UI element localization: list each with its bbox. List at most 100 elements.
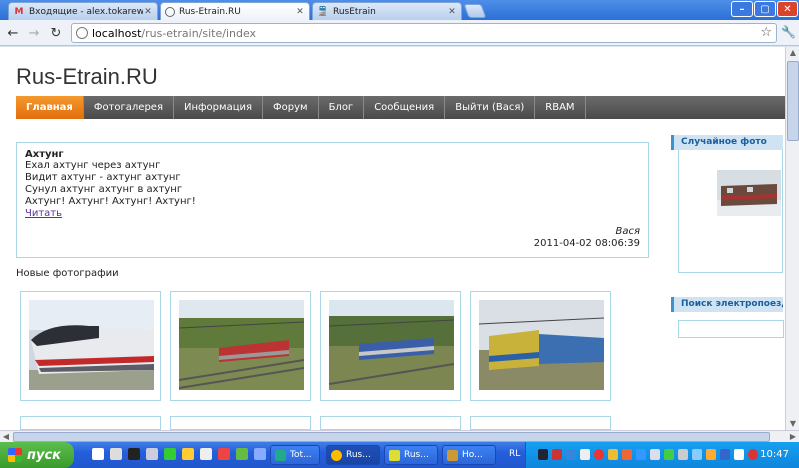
close-window-button[interactable]: ✕ (777, 1, 798, 17)
tray-icon[interactable] (566, 449, 576, 460)
reload-button[interactable]: ↻ (48, 25, 64, 41)
post-author: Вася (615, 226, 640, 237)
scroll-down-icon[interactable]: ▼ (786, 418, 799, 430)
quicklaunch-icon[interactable] (182, 448, 194, 460)
tray-icon[interactable] (622, 449, 632, 460)
quicklaunch-icon[interactable] (128, 448, 140, 460)
close-icon[interactable]: ✕ (295, 7, 305, 17)
close-icon[interactable]: ✕ (447, 7, 457, 17)
menu-item-forum[interactable]: Форум (263, 96, 319, 119)
quicklaunch-icon[interactable] (218, 448, 230, 460)
start-label: пуск (27, 447, 61, 463)
post-title: Ахтунг (25, 149, 64, 160)
tray-icon[interactable] (580, 449, 590, 460)
menu-item-rbam[interactable]: RBAM (535, 96, 586, 119)
taskbar-item[interactable]: Tot... (270, 445, 320, 465)
taskbar-item[interactable]: Rus... (326, 445, 380, 465)
quicklaunch-icon[interactable] (254, 448, 266, 460)
bookmark-star-icon[interactable]: ☆ (760, 25, 772, 40)
train-search-input[interactable] (678, 320, 784, 338)
photo-thumbnail[interactable] (170, 291, 311, 401)
post-line: Видит ахтунг - ахтунг ахтунг (25, 172, 181, 183)
tab-gmail[interactable]: M Входящие - alex.tokarew@gm ✕ (8, 2, 158, 20)
tray-icon[interactable] (706, 449, 716, 460)
random-photo-body (678, 150, 783, 273)
vertical-scrollbar[interactable]: ▲ ▼ (785, 47, 799, 430)
tab-label: Входящие - alex.tokarew@gm (29, 6, 143, 17)
train-photo (29, 300, 154, 390)
browser-title-bar: M Входящие - alex.tokarew@gm ✕ Rus-Etrai… (0, 0, 799, 20)
quicklaunch-icon[interactable] (110, 448, 122, 460)
photo-thumbnail[interactable] (20, 416, 161, 430)
windows-taskbar: пуск Tot... Rus... Rus... Ho... RL 10:47 (0, 442, 799, 468)
scroll-up-icon[interactable]: ▲ (786, 47, 799, 59)
new-tab-button[interactable] (463, 4, 487, 18)
system-tray: 10:47 (525, 442, 799, 468)
tab-rus-etrain[interactable]: Rus-Etrain.RU ✕ (160, 2, 310, 20)
photo-thumbnail[interactable] (170, 416, 311, 430)
taskbar-item[interactable]: Ho... (442, 445, 496, 465)
clock[interactable]: 10:47 (760, 449, 789, 460)
language-indicator[interactable]: RL (509, 449, 520, 459)
quicklaunch-icon[interactable] (164, 448, 176, 460)
tray-icon[interactable] (692, 449, 702, 460)
back-button[interactable]: ← (5, 25, 21, 41)
menu-item-messages[interactable]: Сообщения (364, 96, 446, 119)
tray-icon[interactable] (650, 449, 660, 460)
scrollbar-thumb[interactable] (787, 61, 799, 141)
menu-item-info[interactable]: Информация (174, 96, 264, 119)
taskbar-item[interactable]: Rus... (384, 445, 438, 465)
read-more-link[interactable]: Читать (25, 208, 62, 219)
photo-thumbnail[interactable] (20, 291, 161, 401)
taskbar-item-label: Ho... (462, 450, 483, 460)
quicklaunch-icon[interactable] (146, 448, 158, 460)
tray-icon[interactable] (636, 449, 646, 460)
tray-icon[interactable] (608, 449, 618, 460)
minimize-button[interactable]: – (731, 1, 753, 17)
random-photo-title: Случайное фото (671, 135, 783, 150)
tray-icon[interactable] (678, 449, 688, 460)
address-path: /rus-etrain/site/index (141, 26, 257, 40)
photo-thumbnail[interactable] (470, 291, 611, 401)
quicklaunch-icon[interactable] (236, 448, 248, 460)
page-info-icon[interactable] (76, 27, 88, 39)
menu-item-blog[interactable]: Блог (319, 96, 365, 119)
taskbar-item-label: Rus... (346, 450, 371, 460)
start-button[interactable]: пуск (0, 442, 74, 468)
tray-icon[interactable] (552, 449, 562, 460)
quicklaunch-icon[interactable] (92, 448, 104, 460)
random-train-photo[interactable] (717, 170, 781, 216)
close-icon[interactable]: ✕ (143, 7, 153, 17)
menu-item-logout[interactable]: Выйти (Вася) (445, 96, 536, 119)
tab-label: Rus-Etrain.RU (179, 6, 241, 17)
globe-icon (165, 6, 175, 17)
tray-icon[interactable] (748, 449, 758, 460)
tray-icon[interactable] (720, 449, 730, 460)
train-search-title: Поиск электропоезда (671, 297, 783, 312)
scrollbar-thumb[interactable] (13, 432, 770, 442)
tray-icon[interactable] (538, 449, 548, 460)
photo-thumbnail[interactable] (470, 416, 611, 430)
menu-item-home[interactable]: Главная (16, 96, 84, 119)
taskbar-item-label: Tot... (290, 450, 312, 460)
blog-post: Ахтунг Ехал ахтунг через ахтунг Видит ах… (16, 142, 649, 258)
tray-icon[interactable] (664, 449, 674, 460)
wrench-menu-icon[interactable]: 🔧 (781, 25, 796, 39)
quicklaunch-icon[interactable] (200, 448, 212, 460)
tab-rusetrain[interactable]: 🚆 RusEtrain ✕ (312, 2, 462, 20)
photo-thumbnail[interactable] (320, 416, 461, 430)
maximize-button[interactable]: ▢ (754, 1, 776, 17)
tray-icon[interactable] (734, 449, 744, 460)
app-icon (447, 449, 458, 461)
train-photo (329, 300, 454, 390)
app-icon (275, 449, 286, 461)
gmail-icon: M (14, 6, 24, 17)
menu-item-gallery[interactable]: Фотогалерея (84, 96, 174, 119)
taskbar-item-label: Rus... (404, 450, 429, 460)
forward-button[interactable]: → (26, 25, 42, 41)
horizontal-scrollbar[interactable]: ◀ ▶ (0, 430, 799, 442)
address-bar[interactable]: localhost/rus-etrain/site/index ☆ (71, 23, 777, 43)
photo-thumbnail[interactable] (320, 291, 461, 401)
chrome-icon (331, 449, 342, 461)
tray-icon[interactable] (594, 449, 604, 460)
